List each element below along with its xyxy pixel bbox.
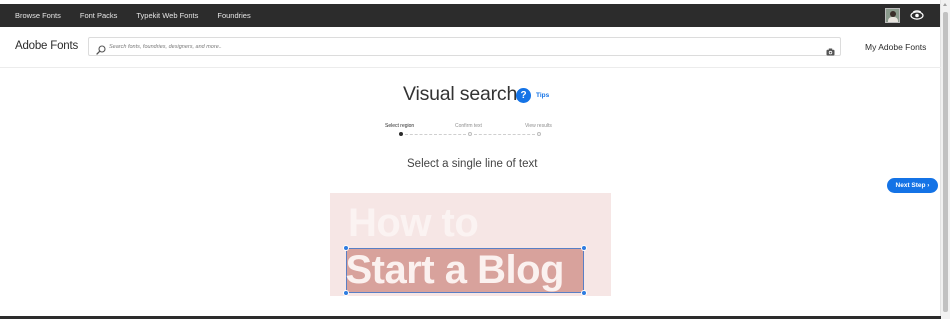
- resize-handle-top-left[interactable]: [342, 244, 349, 251]
- sample-text-line-1: How to: [348, 201, 479, 245]
- step-connector: [474, 133, 535, 135]
- next-step-button[interactable]: Next Step ›: [887, 178, 938, 193]
- help-icon[interactable]: ?: [516, 88, 531, 103]
- step-connector: [405, 133, 466, 135]
- avatar[interactable]: [885, 8, 900, 23]
- resize-handle-bottom-right[interactable]: [580, 289, 587, 296]
- site-header: Adobe Fonts My Adobe Fonts: [0, 27, 941, 68]
- selection-region[interactable]: Start a Blog: [345, 247, 584, 293]
- step-indicator: [468, 131, 472, 136]
- eye-icon[interactable]: [910, 9, 924, 22]
- avatar-body: [888, 17, 898, 22]
- nav-font-packs[interactable]: Font Packs: [80, 11, 118, 20]
- nav-typekit-web-fonts[interactable]: Typekit Web Fonts: [136, 11, 198, 20]
- resize-handle-top-right[interactable]: [580, 244, 587, 251]
- scroll-up-arrow-icon[interactable]: [943, 3, 947, 6]
- my-adobe-fonts-link[interactable]: My Adobe Fonts: [865, 42, 926, 52]
- search-icon: [96, 42, 106, 55]
- sample-text-line-2: Start a Blog: [345, 247, 565, 292]
- site-logo[interactable]: Adobe Fonts: [15, 40, 78, 52]
- scrollbar[interactable]: [940, 0, 950, 319]
- page-title: Visual search: [403, 83, 518, 105]
- resize-handle-bottom-left[interactable]: [342, 289, 349, 296]
- search-input[interactable]: [109, 40, 809, 53]
- nav-foundries[interactable]: Foundries: [217, 11, 250, 20]
- step-label-confirm-text: Confirm text: [455, 123, 482, 129]
- instruction-text: Select a single line of text: [407, 158, 538, 170]
- search-bar[interactable]: [88, 37, 841, 56]
- step-indicator: [537, 131, 541, 136]
- nav-browse-fonts[interactable]: Browse Fonts: [15, 11, 61, 20]
- tips-link[interactable]: Tips: [536, 92, 549, 99]
- step-label-select-region: Select region: [385, 123, 415, 129]
- top-nav: Browse Fonts Font Packs Typekit Web Font…: [0, 4, 255, 27]
- step-indicator-active: [399, 131, 403, 136]
- step-label-view-results: View results: [525, 123, 552, 129]
- scrollbar-thumb[interactable]: [943, 12, 948, 312]
- camera-icon[interactable]: [826, 43, 835, 56]
- top-navigation-bar: Browse Fonts Font Packs Typekit Web Font…: [0, 4, 941, 27]
